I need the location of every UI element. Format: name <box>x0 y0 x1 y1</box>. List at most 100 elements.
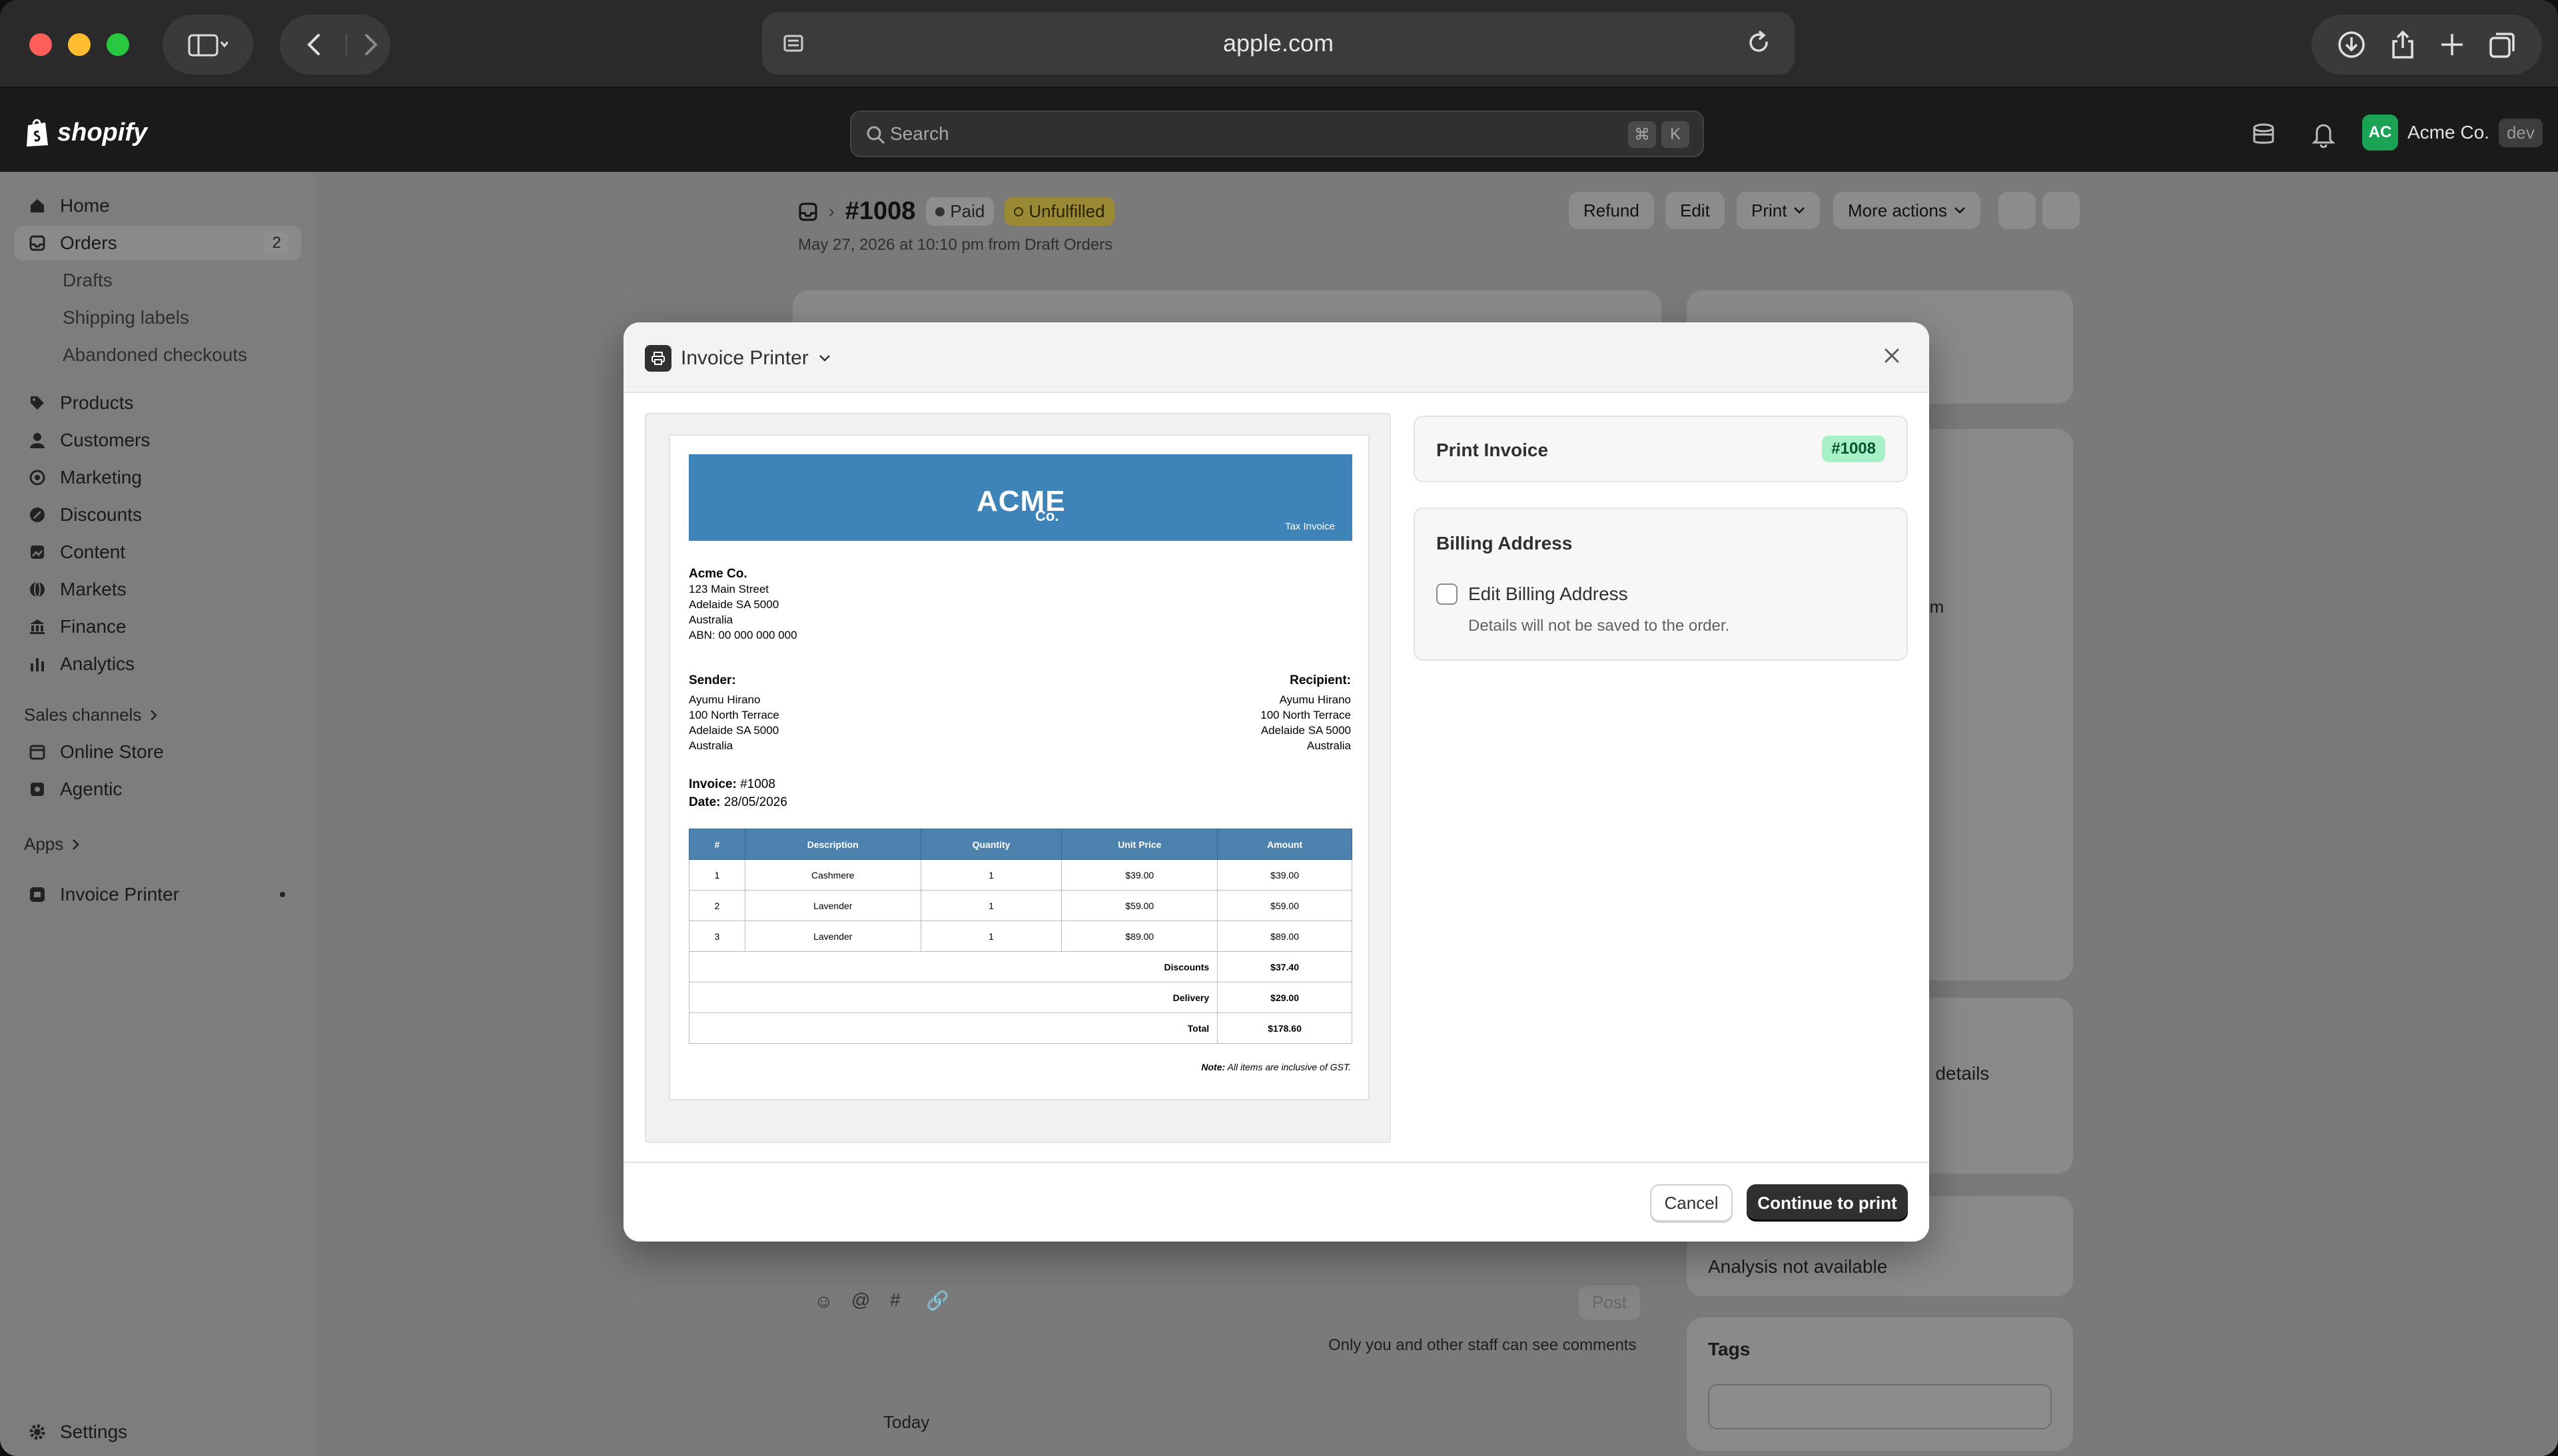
close-modal-button[interactable] <box>1880 344 1904 371</box>
agentic-icon <box>28 780 47 799</box>
sidebar-item-agentic[interactable]: Agentic <box>15 772 301 807</box>
recipient-line: 100 North Terrace <box>1260 709 1351 721</box>
download-icon[interactable] <box>2336 29 2367 60</box>
apps-heading[interactable]: Apps <box>24 834 81 855</box>
invoice-date-label: Date: <box>689 795 721 809</box>
address-bar[interactable]: apple.com <box>762 12 1795 75</box>
next-order-button[interactable] <box>2042 192 2080 229</box>
sidebar-item-label: Online Store <box>60 741 164 762</box>
inbox-icon <box>28 234 47 252</box>
sidebar-item-analytics[interactable]: Analytics <box>15 647 301 681</box>
sender-block: Sender: Ayumu Hirano 100 North Terrace A… <box>689 673 779 753</box>
sidebar-item-settings[interactable]: Settings <box>15 1415 301 1449</box>
person-icon <box>28 431 47 450</box>
sidebar-item-home[interactable]: Home <box>15 188 301 223</box>
invoice-page: ACME Co. Tax Invoice Acme Co. 123 Main S… <box>669 434 1370 1100</box>
sidebar-item-label: Drafts <box>63 270 113 290</box>
account-menu[interactable]: AC Acme Co. dev <box>2362 115 2543 151</box>
sidebar-item-label: Products <box>60 392 134 413</box>
modal-title-button[interactable]: Invoice Printer <box>645 345 831 372</box>
billing-address-title: Billing Address <box>1436 533 1573 553</box>
sidebar-item-abandoned-checkouts[interactable]: Abandoned checkouts <box>15 338 301 372</box>
chevron-right-icon <box>73 839 80 850</box>
sidebar-item-drafts[interactable]: Drafts <box>15 263 301 298</box>
order-subtitle: May 27, 2026 at 10:10 pm from Draft Orde… <box>798 236 1113 254</box>
tag-icon <box>28 394 47 412</box>
table-cell: $59.00 <box>1061 890 1218 921</box>
recipient-line: Adelaide SA 5000 <box>1260 724 1351 737</box>
sidebar-item-online-store[interactable]: Online Store <box>15 735 301 769</box>
reload-icon[interactable] <box>1745 29 1772 62</box>
sender-line: Australia <box>689 739 733 752</box>
page-settings-icon[interactable] <box>782 32 805 61</box>
cancel-button[interactable]: Cancel <box>1650 1184 1733 1222</box>
browser-window: apple.com shopify Search ⌘ K AC Acme Co.… <box>0 0 2558 1456</box>
back-forward-icons[interactable] <box>292 31 378 58</box>
search-placeholder: Search <box>890 123 949 144</box>
section-label: Apps <box>24 834 64 854</box>
hashtag-icon[interactable]: # <box>890 1289 901 1311</box>
bell-icon[interactable] <box>2312 121 2336 148</box>
previous-order-button[interactable] <box>1998 192 2036 229</box>
sidebar-item-orders[interactable]: Orders 2 <box>15 226 301 260</box>
printer-app-icon <box>28 885 47 904</box>
sidebar-item-finance[interactable]: Finance <box>15 609 301 644</box>
sidebar-item-label: Invoice Printer <box>60 884 179 905</box>
print-button[interactable]: Print <box>1737 192 1821 229</box>
post-button[interactable]: Post <box>1579 1285 1641 1319</box>
recipient-label: Recipient: <box>1290 673 1351 687</box>
home-icon <box>28 196 47 215</box>
more-actions-button[interactable]: More actions <box>1833 192 1980 229</box>
totals-value: $37.40 <box>1217 951 1352 982</box>
edit-billing-label[interactable]: Edit Billing Address <box>1468 583 1628 605</box>
payment-status-badge: Paid <box>926 197 995 226</box>
invoice-banner: ACME Co. Tax Invoice <box>689 454 1352 541</box>
print-invoice-card: Print Invoice #1008 <box>1414 416 1908 482</box>
sidebar-item-label: Customers <box>60 430 151 450</box>
table-cell: 1 <box>689 859 745 891</box>
table-cell: 1 <box>920 920 1063 952</box>
sidebar-item-shipping-labels[interactable]: Shipping labels <box>15 300 301 335</box>
sidebar-item-discounts[interactable]: Discounts <box>15 498 301 532</box>
sidebar-item-markets[interactable]: Markets <box>15 572 301 607</box>
edit-button[interactable]: Edit <box>1665 192 1725 229</box>
modal-title: Invoice Printer <box>681 347 809 369</box>
link-icon[interactable]: 🔗 <box>926 1289 949 1311</box>
table-cell: $39.00 <box>1217 859 1352 891</box>
bar-chart-icon <box>28 655 47 673</box>
search-input[interactable]: Search ⌘ K <box>850 111 1704 157</box>
store-icon[interactable] <box>2250 123 2277 147</box>
button-label: Refund <box>1583 200 1639 220</box>
edit-billing-checkbox[interactable] <box>1436 583 1458 605</box>
totals-value: $178.60 <box>1217 1012 1352 1044</box>
refund-button[interactable]: Refund <box>1569 192 1654 229</box>
shopify-logo[interactable]: shopify <box>24 117 147 148</box>
sidebar-item-customers[interactable]: Customers <box>15 423 301 458</box>
billing-address-card: Billing Address Edit Billing Address Det… <box>1414 508 1908 661</box>
sales-channels-heading[interactable]: Sales channels <box>24 705 159 725</box>
sender-label: Sender: <box>689 673 736 687</box>
sidebar-toggle-button[interactable] <box>163 15 253 75</box>
company-line: ABN: 00 000 000 000 <box>689 629 797 641</box>
mention-icon[interactable]: @ <box>851 1289 870 1311</box>
close-window-button[interactable] <box>29 33 52 56</box>
sidebar-item-products[interactable]: Products <box>15 386 301 420</box>
search-icon <box>866 125 886 150</box>
sidebar-item-label: Content <box>60 542 126 562</box>
page-title: #1008 <box>845 197 916 225</box>
sidebar-item-invoice-printer[interactable]: Invoice Printer <box>15 877 301 912</box>
table-cell: 3 <box>689 920 745 952</box>
tab-overview-icon[interactable] <box>2488 30 2517 59</box>
tags-input[interactable] <box>1708 1384 2052 1429</box>
new-tab-icon[interactable] <box>2439 31 2465 58</box>
column-header: Unit Price <box>1061 829 1218 860</box>
sidebar-item-marketing[interactable]: Marketing <box>15 460 301 495</box>
emoji-icon[interactable]: ☺ <box>814 1291 833 1312</box>
sidebar-item-content[interactable]: Content <box>15 535 301 569</box>
tax-invoice-label: Tax Invoice <box>1284 521 1335 532</box>
share-icon[interactable] <box>2389 29 2416 60</box>
continue-to-print-button[interactable]: Continue to print <box>1747 1184 1908 1222</box>
zoom-window-button[interactable] <box>107 33 129 56</box>
minimize-window-button[interactable] <box>68 33 91 56</box>
note-text: All items are inclusive of GST. <box>1227 1062 1351 1072</box>
